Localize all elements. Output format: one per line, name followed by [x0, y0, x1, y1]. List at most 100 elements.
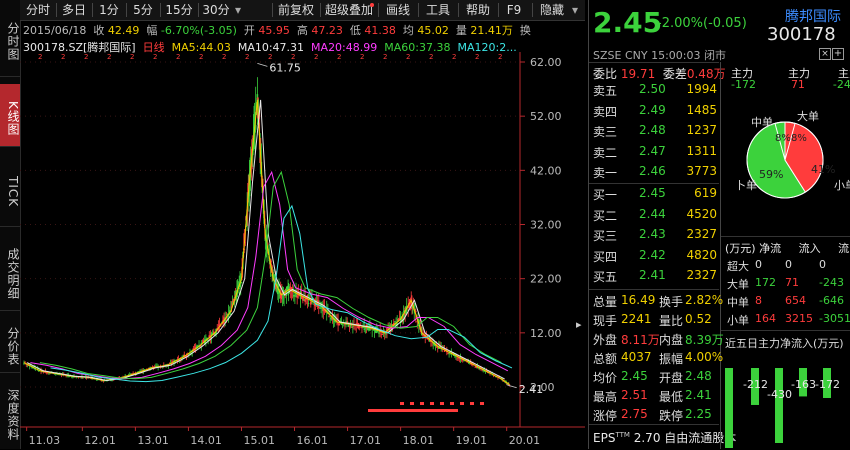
event-marker: 2 [130, 53, 134, 61]
add-icon[interactable]: + [832, 48, 844, 60]
stat-row: 现手 2241 量比 0.52 [593, 312, 719, 328]
tb-hide-dropdown-icon[interactable]: ▾ [568, 2, 582, 18]
candle-body [378, 332, 380, 334]
event-marker: 2 [383, 53, 387, 61]
tb-diejia[interactable]: 超级叠加 [322, 2, 376, 18]
stock-code: 300178 [767, 24, 836, 45]
stat-cell: 量比 [659, 314, 684, 328]
order-price: 2.46 [639, 164, 666, 178]
order-label: 买一 [593, 188, 618, 202]
flow-cell: 大单 [727, 278, 749, 291]
order-price: 2.42 [639, 247, 666, 262]
buy-order-row[interactable]: 买五 2.41 2327 [593, 268, 719, 285]
tb-gongju[interactable]: 工具 [422, 2, 454, 18]
quote-exchange-line: SZSE CNY 15:00:03 闭市 [593, 49, 726, 62]
flow-cell: 3215 [785, 312, 813, 325]
stat-cell: 2.82% [685, 293, 724, 307]
tb-fenshi[interactable]: 分时 [22, 2, 54, 18]
flow-table-header: (万元) 净流 流入 流出 [725, 242, 850, 255]
toolbar: 分时 多日 1分 5分 15分 30分 ▾ 前复权 超级叠加 画线 工具 帮助 … [20, 0, 585, 21]
stat-cell: 跌停 [659, 409, 684, 423]
nav-kline[interactable]: K线图 [0, 84, 20, 147]
kline-chart[interactable]: 62.0052.0042.0032.0022.0012.002.0011.03 1… [20, 52, 585, 449]
price-annotation: 61.75 [269, 61, 301, 74]
buy-order-row[interactable]: 买二 2.44 4520 [593, 207, 719, 224]
stat-cell: 振幅 [659, 352, 684, 366]
close-icon[interactable]: × [819, 48, 831, 60]
stat-cell: 2.41 [685, 388, 712, 402]
buy-order-row[interactable]: 买四 2.42 4820 [593, 248, 719, 265]
event-dot [460, 402, 464, 405]
sell-order-row[interactable]: 卖一 2.46 3773 [593, 164, 719, 181]
donut-pct-red: 41% [811, 163, 836, 176]
tb-huaxian[interactable]: 画线 [382, 2, 414, 18]
candle-body [435, 347, 438, 348]
info-high: 47.23 [311, 24, 343, 37]
flow-cell: -646 [819, 294, 844, 307]
order-price: 2.43 [639, 227, 666, 241]
collapse-arrow-icon[interactable]: ▸ [576, 318, 582, 331]
event-strip [368, 409, 458, 412]
buy-order-row[interactable]: 买一 2.45 619 [593, 186, 719, 203]
event-marker: 2 [61, 53, 65, 61]
stat-row: 总量 16.49 换手 2.82% [593, 293, 723, 309]
stat-cell: 涨停 [593, 409, 618, 423]
nav-shendu[interactable]: 深度资料 [0, 376, 20, 450]
candle-body [381, 333, 384, 336]
event-marker: 2 [291, 53, 295, 61]
candle-body [350, 327, 353, 328]
order-label: 买三 [593, 229, 618, 243]
nav-fenjia[interactable]: 分价表 [0, 316, 20, 373]
buy-order-row[interactable]: 买三 2.43 2327 [593, 227, 719, 244]
webi-row: 委比 19.71 委差0.48万 [593, 67, 726, 81]
nav-tick[interactable]: TICK [0, 154, 20, 227]
stat-cell: 外盘 [593, 333, 618, 347]
info-close: 42.49 [107, 24, 140, 37]
event-marker: 2 [38, 53, 42, 61]
tb-yincang[interactable]: 隐藏 [536, 2, 568, 18]
info-low: 41.38 [364, 24, 396, 37]
tb-15min[interactable]: 15分 [162, 2, 196, 18]
sell-order-row[interactable]: 卖三 2.48 1237 [593, 123, 719, 140]
flow-cell: 中单 [727, 296, 749, 309]
order-label: 卖四 [593, 104, 618, 119]
event-marker: 2 [337, 53, 341, 61]
candle-body [363, 329, 366, 330]
event-marker: 2 [475, 53, 479, 61]
sell-order-row[interactable]: 卖二 2.47 1311 [593, 144, 719, 161]
sell-order-row[interactable]: 卖四 2.49 1485 [593, 103, 719, 120]
y-tick-label: 62.00 [530, 56, 562, 69]
tb-1min[interactable]: 1分 [94, 2, 124, 18]
tb-5min[interactable]: 5分 [128, 2, 158, 18]
candle-body [310, 301, 312, 305]
tb-30min[interactable]: 30分 [200, 2, 232, 18]
flow-row: 超大 0 0 0 [727, 258, 849, 273]
tb-f9[interactable]: F9 [502, 2, 526, 18]
tb-bangzhu[interactable]: 帮助 [462, 2, 494, 18]
stat-row: 总额 4037 振幅 4.00% [593, 350, 723, 366]
candle-body [292, 295, 295, 297]
tb-fuquan[interactable]: 前复权 [274, 2, 318, 18]
nav-fenshi[interactable]: 分时图 [0, 0, 20, 77]
candle-body [45, 372, 48, 374]
stat-cell: 4037 [621, 350, 652, 364]
stat-cell: 0.52 [685, 312, 712, 326]
stat-row: 涨停 2.75 跌停 2.25 [593, 407, 719, 423]
stat-cell: 2241 [621, 312, 652, 326]
stat-cell: 8.39万 [685, 333, 724, 347]
flow-cell: 164 [755, 312, 776, 325]
sell-order-row[interactable]: 卖五 2.50 1994 [593, 82, 719, 99]
nav-chengjiao[interactable]: 成交明细 [0, 234, 20, 311]
flow-row: 中单 8 654 -646 [727, 294, 849, 309]
tb-duori[interactable]: 多日 [58, 2, 90, 18]
candle-body [296, 295, 298, 298]
stat-cell: 最高 [593, 390, 618, 404]
flow-cell: 0 [819, 258, 826, 271]
tb-dropdown-icon[interactable]: ▾ [232, 2, 244, 18]
order-price: 2.44 [639, 206, 666, 221]
stat-cell: 8.11万 [621, 333, 660, 347]
flow-row: 小单 164 3215 -3051 [727, 312, 850, 327]
order-label: 卖一 [593, 166, 618, 180]
y-tick-label: 22.00 [530, 273, 562, 286]
event-marker: 2 [107, 53, 111, 61]
